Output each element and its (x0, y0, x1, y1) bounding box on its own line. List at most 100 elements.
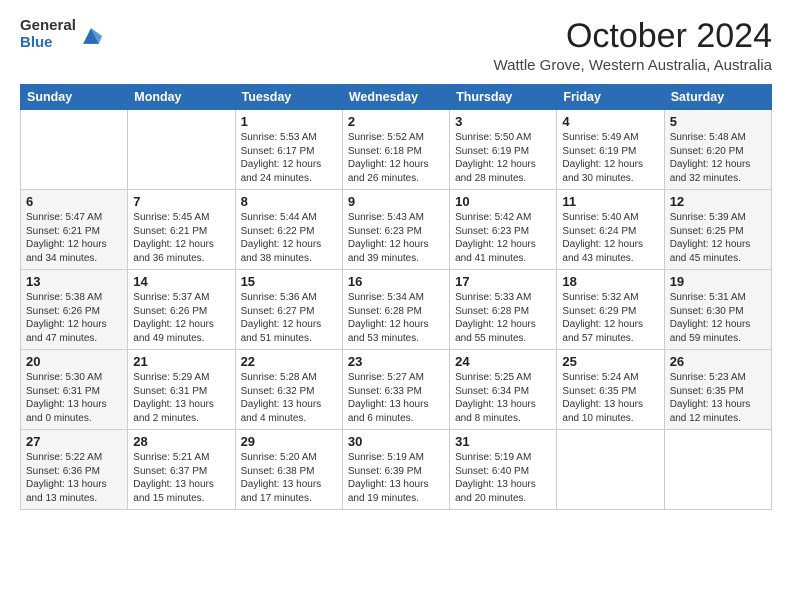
day-number: 26 (670, 354, 766, 369)
calendar-cell: 17 Sunrise: 5:33 AMSunset: 6:28 PMDaylig… (450, 270, 557, 350)
month-title: October 2024 (494, 18, 772, 55)
cell-info: Sunrise: 5:52 AMSunset: 6:18 PMDaylight:… (348, 132, 429, 184)
cell-info: Sunrise: 5:45 AMSunset: 6:21 PMDaylight:… (133, 212, 214, 264)
day-number: 23 (348, 354, 444, 369)
calendar-cell: 12 Sunrise: 5:39 AMSunset: 6:25 PMDaylig… (664, 190, 771, 270)
calendar-cell: 13 Sunrise: 5:38 AMSunset: 6:26 PMDaylig… (21, 270, 128, 350)
day-number: 6 (26, 194, 122, 209)
calendar-cell (664, 430, 771, 510)
weekday-header-thursday: Thursday (450, 85, 557, 110)
calendar-week-3: 13 Sunrise: 5:38 AMSunset: 6:26 PMDaylig… (21, 270, 772, 350)
day-number: 22 (241, 354, 337, 369)
day-number: 13 (26, 274, 122, 289)
day-number: 17 (455, 274, 551, 289)
day-number: 5 (670, 114, 766, 129)
cell-info: Sunrise: 5:33 AMSunset: 6:28 PMDaylight:… (455, 292, 536, 344)
calendar-cell: 18 Sunrise: 5:32 AMSunset: 6:29 PMDaylig… (557, 270, 664, 350)
day-number: 10 (455, 194, 551, 209)
day-number: 12 (670, 194, 766, 209)
calendar-cell: 27 Sunrise: 5:22 AMSunset: 6:36 PMDaylig… (21, 430, 128, 510)
logo-general: General (20, 18, 76, 35)
day-number: 18 (562, 274, 658, 289)
day-number: 7 (133, 194, 229, 209)
logo-text: General Blue (20, 18, 76, 51)
cell-info: Sunrise: 5:19 AMSunset: 6:40 PMDaylight:… (455, 452, 536, 504)
day-number: 2 (348, 114, 444, 129)
calendar-body: 1 Sunrise: 5:53 AMSunset: 6:17 PMDayligh… (21, 110, 772, 510)
cell-info: Sunrise: 5:36 AMSunset: 6:27 PMDaylight:… (241, 292, 322, 344)
day-number: 25 (562, 354, 658, 369)
cell-info: Sunrise: 5:24 AMSunset: 6:35 PMDaylight:… (562, 372, 643, 424)
day-number: 29 (241, 434, 337, 449)
cell-info: Sunrise: 5:42 AMSunset: 6:23 PMDaylight:… (455, 212, 536, 264)
calendar-cell: 4 Sunrise: 5:49 AMSunset: 6:19 PMDayligh… (557, 110, 664, 190)
calendar-cell: 5 Sunrise: 5:48 AMSunset: 6:20 PMDayligh… (664, 110, 771, 190)
day-number: 28 (133, 434, 229, 449)
calendar-cell: 10 Sunrise: 5:42 AMSunset: 6:23 PMDaylig… (450, 190, 557, 270)
calendar-cell: 6 Sunrise: 5:47 AMSunset: 6:21 PMDayligh… (21, 190, 128, 270)
cell-info: Sunrise: 5:50 AMSunset: 6:19 PMDaylight:… (455, 132, 536, 184)
weekday-header-saturday: Saturday (664, 85, 771, 110)
cell-info: Sunrise: 5:28 AMSunset: 6:32 PMDaylight:… (241, 372, 322, 424)
calendar-cell (557, 430, 664, 510)
cell-info: Sunrise: 5:29 AMSunset: 6:31 PMDaylight:… (133, 372, 214, 424)
weekday-header-tuesday: Tuesday (235, 85, 342, 110)
day-number: 31 (455, 434, 551, 449)
day-number: 16 (348, 274, 444, 289)
cell-info: Sunrise: 5:39 AMSunset: 6:25 PMDaylight:… (670, 212, 751, 264)
calendar-week-5: 27 Sunrise: 5:22 AMSunset: 6:36 PMDaylig… (21, 430, 772, 510)
calendar-cell: 9 Sunrise: 5:43 AMSunset: 6:23 PMDayligh… (342, 190, 449, 270)
calendar-cell (128, 110, 235, 190)
day-number: 21 (133, 354, 229, 369)
weekday-header-friday: Friday (557, 85, 664, 110)
calendar-cell: 26 Sunrise: 5:23 AMSunset: 6:35 PMDaylig… (664, 350, 771, 430)
calendar-cell: 15 Sunrise: 5:36 AMSunset: 6:27 PMDaylig… (235, 270, 342, 350)
calendar-cell: 29 Sunrise: 5:20 AMSunset: 6:38 PMDaylig… (235, 430, 342, 510)
cell-info: Sunrise: 5:27 AMSunset: 6:33 PMDaylight:… (348, 372, 429, 424)
day-number: 30 (348, 434, 444, 449)
cell-info: Sunrise: 5:19 AMSunset: 6:39 PMDaylight:… (348, 452, 429, 504)
cell-info: Sunrise: 5:34 AMSunset: 6:28 PMDaylight:… (348, 292, 429, 344)
calendar-cell: 21 Sunrise: 5:29 AMSunset: 6:31 PMDaylig… (128, 350, 235, 430)
day-number: 9 (348, 194, 444, 209)
cell-info: Sunrise: 5:49 AMSunset: 6:19 PMDaylight:… (562, 132, 643, 184)
calendar-cell: 25 Sunrise: 5:24 AMSunset: 6:35 PMDaylig… (557, 350, 664, 430)
calendar-week-4: 20 Sunrise: 5:30 AMSunset: 6:31 PMDaylig… (21, 350, 772, 430)
cell-info: Sunrise: 5:43 AMSunset: 6:23 PMDaylight:… (348, 212, 429, 264)
day-number: 19 (670, 274, 766, 289)
calendar-cell: 11 Sunrise: 5:40 AMSunset: 6:24 PMDaylig… (557, 190, 664, 270)
calendar-cell: 3 Sunrise: 5:50 AMSunset: 6:19 PMDayligh… (450, 110, 557, 190)
calendar-cell: 19 Sunrise: 5:31 AMSunset: 6:30 PMDaylig… (664, 270, 771, 350)
day-number: 4 (562, 114, 658, 129)
calendar-week-1: 1 Sunrise: 5:53 AMSunset: 6:17 PMDayligh… (21, 110, 772, 190)
weekday-header-wednesday: Wednesday (342, 85, 449, 110)
day-number: 27 (26, 434, 122, 449)
calendar-cell: 14 Sunrise: 5:37 AMSunset: 6:26 PMDaylig… (128, 270, 235, 350)
calendar-cell: 2 Sunrise: 5:52 AMSunset: 6:18 PMDayligh… (342, 110, 449, 190)
logo: General Blue (20, 18, 102, 51)
day-number: 3 (455, 114, 551, 129)
cell-info: Sunrise: 5:23 AMSunset: 6:35 PMDaylight:… (670, 372, 751, 424)
cell-info: Sunrise: 5:30 AMSunset: 6:31 PMDaylight:… (26, 372, 107, 424)
day-number: 1 (241, 114, 337, 129)
calendar-cell: 24 Sunrise: 5:25 AMSunset: 6:34 PMDaylig… (450, 350, 557, 430)
day-number: 14 (133, 274, 229, 289)
cell-info: Sunrise: 5:44 AMSunset: 6:22 PMDaylight:… (241, 212, 322, 264)
cell-info: Sunrise: 5:21 AMSunset: 6:37 PMDaylight:… (133, 452, 214, 504)
day-number: 24 (455, 354, 551, 369)
calendar-cell: 1 Sunrise: 5:53 AMSunset: 6:17 PMDayligh… (235, 110, 342, 190)
day-number: 20 (26, 354, 122, 369)
logo-icon (80, 25, 102, 47)
day-number: 8 (241, 194, 337, 209)
cell-info: Sunrise: 5:37 AMSunset: 6:26 PMDaylight:… (133, 292, 214, 344)
cell-info: Sunrise: 5:40 AMSunset: 6:24 PMDaylight:… (562, 212, 643, 264)
cell-info: Sunrise: 5:53 AMSunset: 6:17 PMDaylight:… (241, 132, 322, 184)
weekday-header-sunday: Sunday (21, 85, 128, 110)
cell-info: Sunrise: 5:38 AMSunset: 6:26 PMDaylight:… (26, 292, 107, 344)
day-number: 11 (562, 194, 658, 209)
cell-info: Sunrise: 5:20 AMSunset: 6:38 PMDaylight:… (241, 452, 322, 504)
calendar-cell (21, 110, 128, 190)
calendar-cell: 23 Sunrise: 5:27 AMSunset: 6:33 PMDaylig… (342, 350, 449, 430)
calendar-cell: 8 Sunrise: 5:44 AMSunset: 6:22 PMDayligh… (235, 190, 342, 270)
calendar-cell: 7 Sunrise: 5:45 AMSunset: 6:21 PMDayligh… (128, 190, 235, 270)
